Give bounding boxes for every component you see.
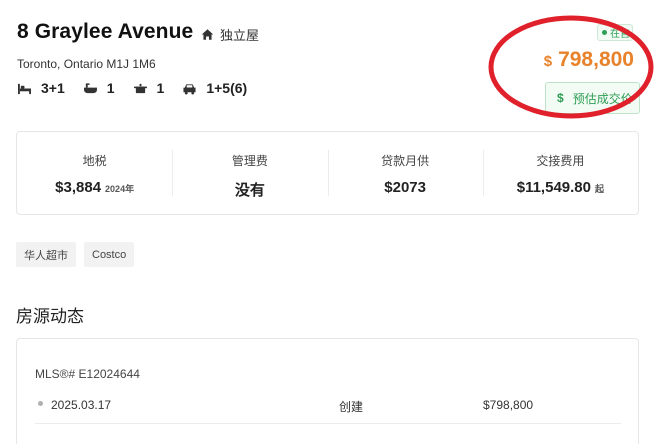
listing-specs: 3+1 1 1 1+5(6) — [17, 80, 265, 96]
status-dot-icon — [602, 30, 607, 35]
stat-tax: 地税 $3,884 2024年 — [17, 132, 172, 214]
stat-tax-label: 地税 — [82, 154, 107, 168]
stat-closing-cost-note: 起 — [594, 184, 604, 194]
timeline-dot-icon — [38, 401, 43, 406]
listing-title: 8 Graylee Avenue — [17, 20, 194, 43]
spec-bedrooms: 3+1 — [17, 80, 65, 96]
spec-bathrooms-value: 1 — [106, 80, 115, 96]
price-currency: $ — [543, 53, 553, 70]
history-section-title: 房源动态 — [16, 307, 84, 326]
stat-closing-cost-value: $11,549.80 — [516, 179, 591, 196]
stat-closing-cost-label: 交接费用 — [536, 154, 585, 168]
tag-costco[interactable]: Costco — [84, 242, 135, 267]
estimate-price-button[interactable]: $ 预估成交价 — [545, 82, 640, 114]
stat-tax-value: $3,884 — [55, 179, 102, 196]
nearby-tags: 华人超市 Costco — [16, 242, 135, 267]
mls-number: MLS®# E12024644 — [35, 367, 140, 381]
price-amount: 798,800 — [558, 48, 634, 71]
status-badge-label: 在售 — [610, 29, 630, 40]
history-date: 2025.03.17 — [51, 398, 112, 412]
spec-kitchens-value: 1 — [156, 80, 165, 96]
house-icon — [201, 29, 214, 40]
stat-tax-value-group: $3,884 2024年 — [55, 179, 134, 196]
stat-closing-cost-value-group: $11,549.80 起 — [517, 179, 604, 196]
listing-address: Toronto, Ontario M1J 1M6 — [17, 57, 156, 71]
estimate-price-label: 预估成交价 — [572, 91, 633, 106]
listing-history-card: MLS®# E12024644 2025.03.17 创建 $798,800 — [16, 338, 639, 444]
tag-chinese-supermarket[interactable]: 华人超市 — [16, 242, 76, 267]
property-type: 独立屋 — [201, 25, 259, 44]
bathtub-icon — [83, 82, 97, 93]
stat-mortgage[interactable]: 贷款月供 $2073 — [327, 132, 483, 214]
dollar-icon: $ — [557, 91, 564, 105]
bed-icon — [18, 83, 31, 94]
stat-closing-cost[interactable]: 交接费用 $11,549.80 起 — [482, 132, 638, 214]
pot-icon — [133, 83, 147, 93]
stat-management-fee-label: 管理费 — [231, 154, 268, 168]
spec-parking-value: 1+5(6) — [206, 80, 248, 96]
history-event: 创建 — [339, 400, 364, 414]
spec-bathrooms: 1 — [83, 80, 115, 96]
stat-management-fee-value: 没有 — [234, 182, 265, 199]
cost-summary-card: 地税 $3,884 2024年 管理费 没有 贷款月供 $2073 交接费用 $… — [16, 131, 639, 215]
history-row: 2025.03.17 创建 $798,800 — [35, 397, 621, 424]
spec-parking: 1+5(6) — [182, 80, 247, 96]
history-price: $798,800 — [483, 398, 534, 412]
spec-bedrooms-value: 3+1 — [41, 80, 65, 96]
listing-price: $ 798,800 — [544, 48, 634, 72]
stat-tax-year: 2024年 — [105, 184, 135, 194]
status-badge: 在售 — [597, 24, 633, 41]
stat-management-fee: 管理费 没有 — [172, 132, 327, 214]
car-icon — [183, 83, 196, 95]
spec-kitchens: 1 — [133, 80, 165, 96]
property-type-label: 独立屋 — [220, 28, 260, 43]
stat-mortgage-value: $2073 — [384, 179, 426, 196]
stat-mortgage-label: 贷款月供 — [381, 154, 430, 168]
